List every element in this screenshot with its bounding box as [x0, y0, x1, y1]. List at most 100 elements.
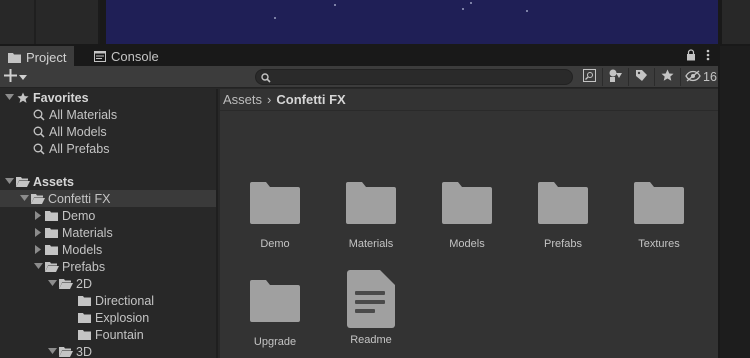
star-icon — [15, 89, 30, 106]
asset-folder-prefabs[interactable]: Prefabs — [515, 174, 611, 250]
search-by-type-button[interactable] — [576, 68, 602, 86]
tree-item-2d[interactable]: 2D — [0, 275, 216, 292]
filter-by-label-icon — [635, 69, 648, 85]
expanded-arrow-icon[interactable] — [33, 258, 44, 275]
tree-item-label: 3D — [76, 344, 92, 358]
confetti-particle — [334, 4, 336, 6]
folder-icon — [246, 174, 304, 232]
confetti-particle — [274, 17, 276, 19]
tab-project[interactable]: Project — [0, 46, 75, 66]
folder-open-icon — [30, 190, 45, 207]
hidden-packages-toggle[interactable]: 16 — [680, 68, 721, 86]
search-field[interactable] — [255, 69, 573, 85]
confetti-particle — [470, 2, 472, 4]
breadcrumb-separator: › — [267, 92, 272, 107]
tree-item-directional[interactable]: Directional — [0, 292, 216, 309]
chevron-down-icon — [19, 70, 27, 84]
tree-item-models[interactable]: Models — [0, 241, 216, 258]
tree-item-label: Explosion — [95, 310, 150, 325]
favorite-button[interactable] — [654, 68, 680, 86]
expanded-arrow-icon[interactable] — [4, 173, 15, 190]
folder-icon — [77, 326, 92, 343]
scene-left-panel — [0, 0, 100, 44]
expanded-arrow-icon[interactable] — [19, 190, 30, 207]
tree-assets[interactable]: Assets — [0, 173, 216, 190]
asset-grid: Demo Materials Models Prefabs Textures U… — [220, 112, 718, 358]
tree-item-label: 2D — [76, 276, 92, 291]
tree-favorite-item[interactable]: All Models — [0, 123, 216, 140]
folder-icon — [342, 174, 400, 232]
asset-folder-demo[interactable]: Demo — [227, 174, 323, 250]
asset-folder-textures[interactable]: Textures — [611, 174, 707, 250]
kebab-menu-icon[interactable] — [706, 49, 710, 64]
filter-by-type-icon — [609, 69, 623, 85]
scene-viewport[interactable] — [106, 0, 718, 44]
tree-item-confetti-fx[interactable]: Confetti FX — [0, 190, 216, 207]
tree-item-fountain[interactable]: Fountain — [0, 326, 216, 343]
asset-label: Upgrade — [253, 336, 297, 348]
console-icon — [94, 50, 106, 62]
filter-by-label-button[interactable] — [628, 68, 654, 86]
collapsed-arrow-icon[interactable] — [33, 207, 44, 224]
project-toolbar: 16 — [0, 66, 718, 88]
folder-icon — [630, 174, 688, 232]
tree-favorite-item[interactable]: All Prefabs — [0, 140, 216, 157]
tree-item-explosion[interactable]: Explosion — [0, 309, 216, 326]
tree-item-label: Directional — [95, 293, 155, 308]
confetti-particle — [462, 8, 464, 10]
asset-label: Textures — [638, 238, 680, 250]
breadcrumb-current[interactable]: Confetti FX — [276, 92, 345, 107]
lock-icon[interactable] — [686, 49, 696, 64]
create-asset-button[interactable] — [4, 69, 27, 85]
folder-icon — [44, 241, 59, 258]
folder-open-icon — [58, 343, 73, 358]
filter-by-type-button[interactable] — [602, 68, 628, 86]
tree-item-label: Models — [62, 242, 103, 257]
expanded-arrow-icon[interactable] — [4, 89, 15, 106]
collapsed-arrow-icon[interactable] — [33, 224, 44, 241]
tab-console-label: Console — [111, 48, 159, 64]
tree-assets-label: Assets — [33, 174, 74, 189]
folder-icon — [77, 292, 92, 309]
eye-hidden-icon — [685, 69, 701, 85]
folder-icon — [246, 272, 304, 330]
expanded-arrow-icon[interactable] — [47, 275, 58, 292]
tree-item-label: Prefabs — [62, 259, 106, 274]
tree-favorites[interactable]: Favorites — [0, 89, 216, 106]
tree-item-label: Demo — [62, 208, 96, 223]
asset-label: Materials — [348, 238, 394, 250]
tree-favorite-item[interactable]: All Materials — [0, 106, 216, 123]
document-icon — [342, 270, 400, 328]
asset-folder-upgrade[interactable]: Upgrade — [227, 272, 323, 348]
tab-console[interactable]: Console — [86, 46, 167, 66]
tree-item-label: Confetti FX — [48, 191, 111, 206]
search-icon — [31, 123, 46, 140]
tree-item-materials[interactable]: Materials — [0, 224, 216, 241]
search-by-type-icon — [582, 69, 596, 85]
folder-open-icon — [15, 173, 30, 190]
breadcrumb-assets[interactable]: Assets — [223, 92, 262, 107]
project-window: Project Console 16 Favorites All Materia… — [0, 46, 718, 358]
scene-view-area — [0, 0, 750, 44]
tree-favorite-label: All Prefabs — [49, 141, 110, 156]
folder-tree: Favorites All Materials All Models All P… — [0, 89, 218, 358]
folder-open-icon — [44, 258, 59, 275]
scene-right-panel — [722, 0, 750, 44]
asset-label: Demo — [260, 238, 290, 250]
tree-item-demo[interactable]: Demo — [0, 207, 216, 224]
hidden-count: 16 — [703, 70, 717, 84]
asset-folder-models[interactable]: Models — [419, 174, 515, 250]
asset-file-readme[interactable]: Readme — [323, 270, 419, 346]
expanded-arrow-icon[interactable] — [47, 343, 58, 358]
favorite-star-icon — [661, 69, 674, 85]
tree-item-prefabs[interactable]: Prefabs — [0, 258, 216, 275]
tree-item-3d[interactable]: 3D — [0, 343, 216, 358]
tree-favorite-label: All Models — [49, 124, 107, 139]
tree-favorites-label: Favorites — [33, 90, 89, 105]
search-icon — [31, 106, 46, 123]
collapsed-arrow-icon[interactable] — [33, 241, 44, 258]
folder-icon — [8, 52, 21, 63]
confetti-particle — [526, 10, 528, 12]
tab-project-label: Project — [26, 49, 67, 65]
asset-folder-materials[interactable]: Materials — [323, 174, 419, 250]
